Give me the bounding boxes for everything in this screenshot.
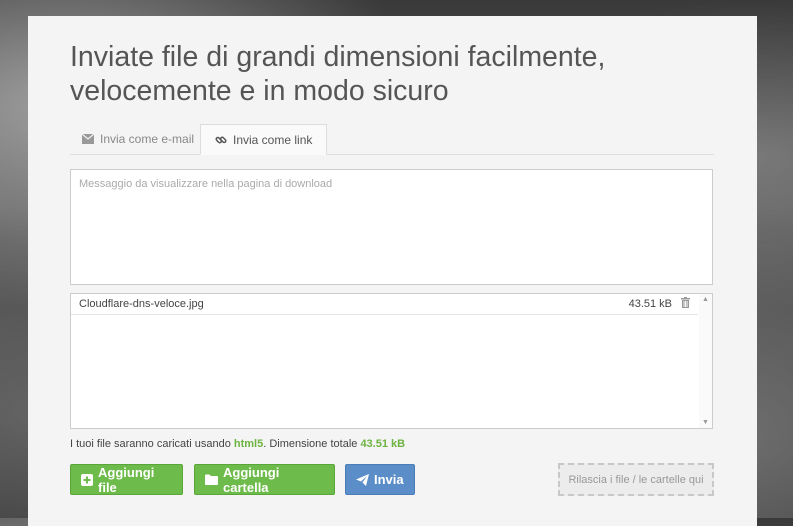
file-size: 43.51 kB xyxy=(628,298,672,310)
upload-card: Inviate file di grandi dimensioni facilm… xyxy=(28,16,757,526)
headline-line-1: Inviate file di grandi dimensioni facilm… xyxy=(70,41,606,73)
envelope-icon xyxy=(82,134,94,144)
file-row: Cloudflare-dns-veloce.jpg 43.51 kB xyxy=(71,294,698,315)
paper-plane-icon xyxy=(356,473,369,486)
trash-icon[interactable] xyxy=(681,297,690,311)
file-dropzone[interactable]: Rilascia i file / le cartelle qui xyxy=(558,463,714,496)
link-icon xyxy=(215,134,227,146)
file-list-scrollbar[interactable]: ▲ ▼ xyxy=(699,294,712,428)
upload-info-prefix: I tuoi file saranno caricati usando xyxy=(70,438,234,450)
scroll-up-arrow-icon[interactable]: ▲ xyxy=(702,296,709,303)
scroll-down-arrow-icon[interactable]: ▼ xyxy=(702,419,709,426)
file-name: Cloudflare-dns-veloce.jpg xyxy=(79,298,204,310)
upload-method: html5 xyxy=(233,438,264,450)
plus-square-icon xyxy=(81,473,93,486)
add-folder-button[interactable]: Aggiungi cartella xyxy=(194,464,335,495)
send-mode-tabs: Invia come e-mail Invia come link xyxy=(70,124,714,155)
file-list: Cloudflare-dns-veloce.jpg 43.51 kB ▲ ▼ xyxy=(70,293,713,429)
headline-line-2: velocemente e in modo sicuro xyxy=(70,75,449,107)
send-label: Invia xyxy=(374,472,404,487)
tab-send-link-label: Invia come link xyxy=(233,132,313,147)
add-file-label: Aggiungi file xyxy=(98,464,155,495)
total-size: 43.51 kB xyxy=(360,438,406,450)
tab-send-email[interactable]: Invia come e-mail xyxy=(82,124,194,154)
download-message-input[interactable] xyxy=(70,169,713,285)
add-folder-label: Aggiungi cartella xyxy=(223,464,280,495)
tab-send-email-label: Invia come e-mail xyxy=(100,132,195,146)
add-file-button[interactable]: Aggiungi file xyxy=(70,464,183,495)
send-button[interactable]: Invia xyxy=(345,464,415,495)
upload-info-middle: . Dimensione totale xyxy=(263,438,361,450)
dropzone-label: Rilascia i file / le cartelle qui xyxy=(568,473,704,486)
upload-info: I tuoi file saranno caricati usando html… xyxy=(70,438,405,450)
tab-send-link[interactable]: Invia come link xyxy=(200,124,328,155)
folder-icon xyxy=(205,474,218,485)
page-title: Inviate file di grandi dimensioni facilm… xyxy=(70,40,690,108)
